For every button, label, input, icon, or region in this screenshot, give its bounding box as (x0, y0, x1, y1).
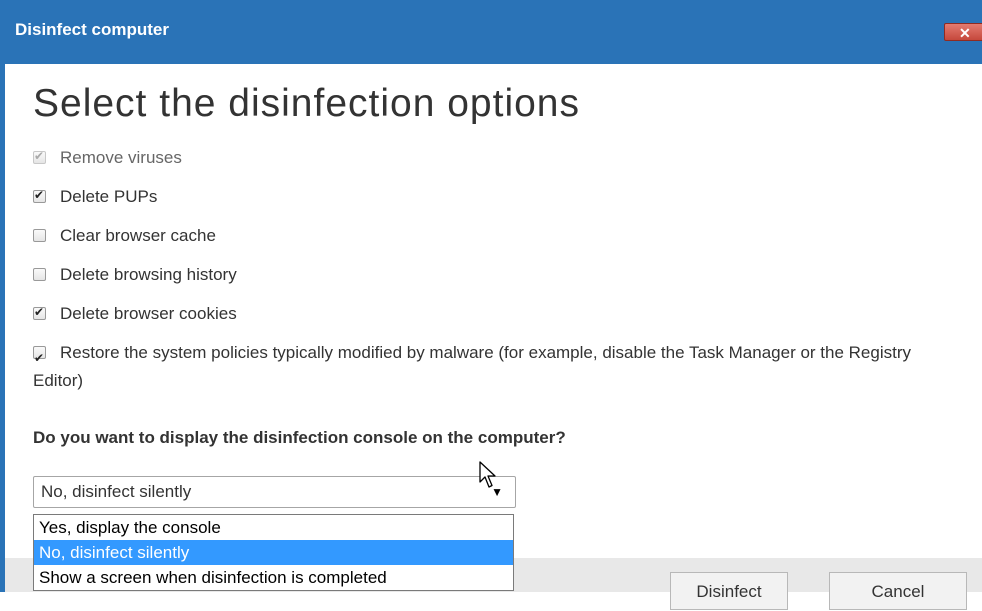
title-bar: Disinfect computer ✕ (0, 0, 982, 64)
disinfect-dialog: Disinfect computer ✕ Select the disinfec… (0, 0, 982, 610)
delete-history-checkbox[interactable] (33, 268, 46, 281)
remove-viruses-checkbox (33, 149, 46, 164)
option-delete-cookies[interactable]: Delete browser cookies (33, 304, 237, 324)
console-question: Do you want to display the disinfection … (33, 428, 566, 447)
option-restore-policies[interactable]: Restore the system policies typically mo… (33, 339, 933, 395)
dropdown-option-display-console[interactable]: Yes, display the console (34, 515, 513, 540)
delete-pups-checkbox[interactable] (33, 188, 46, 203)
console-select-dropdown: Yes, display the console No, disinfect s… (33, 514, 514, 591)
dialog-content: Select the disinfection options Remove v… (5, 64, 982, 610)
option-label: Restore the system policies typically mo… (33, 343, 911, 390)
delete-cookies-checkbox[interactable] (33, 305, 46, 320)
option-label: Delete browser cookies (60, 304, 237, 323)
dropdown-option-disinfect-silently[interactable]: No, disinfect silently (34, 540, 513, 565)
clear-cache-checkbox[interactable] (33, 229, 46, 242)
dropdown-option-show-screen[interactable]: Show a screen when disinfection is compl… (34, 565, 513, 590)
restore-policies-checkbox[interactable] (33, 344, 46, 372)
option-delete-pups[interactable]: Delete PUPs (33, 187, 157, 207)
console-select-value: No, disinfect silently (41, 482, 192, 501)
option-label: Delete PUPs (60, 187, 158, 206)
mouse-pointer-icon (479, 461, 496, 488)
option-remove-viruses: Remove viruses (33, 148, 182, 168)
close-icon: ✕ (959, 25, 971, 41)
disinfect-button[interactable]: Disinfect (670, 572, 788, 610)
option-label: Remove viruses (60, 148, 182, 167)
console-select[interactable]: No, disinfect silently ▼ (33, 476, 516, 508)
dialog-title: Disinfect computer (15, 20, 169, 39)
close-button[interactable]: ✕ (944, 23, 982, 41)
option-delete-history[interactable]: Delete browsing history (33, 265, 237, 285)
cancel-button[interactable]: Cancel (829, 572, 967, 610)
option-clear-cache[interactable]: Clear browser cache (33, 226, 216, 246)
option-label: Delete browsing history (60, 265, 237, 284)
page-title: Select the disinfection options (33, 82, 580, 125)
option-label: Clear browser cache (60, 226, 216, 245)
